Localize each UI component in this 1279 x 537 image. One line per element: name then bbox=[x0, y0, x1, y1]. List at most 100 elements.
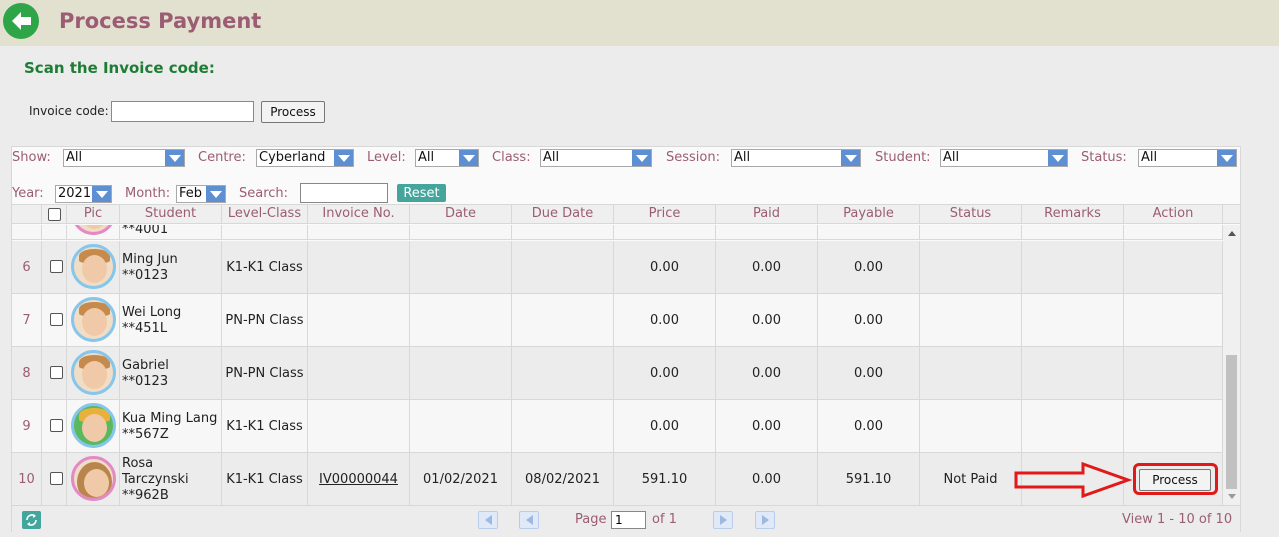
status-filter-select[interactable]: All bbox=[1138, 149, 1237, 167]
header-level-class[interactable]: Level-Class bbox=[222, 205, 308, 224]
scroll-down-icon[interactable] bbox=[1228, 494, 1236, 499]
table-row[interactable]: **4001 bbox=[12, 225, 1223, 240]
payable: 0.00 bbox=[818, 294, 920, 347]
level-class: K1-K1 Class bbox=[222, 241, 308, 294]
date bbox=[410, 400, 512, 453]
row-number: 7 bbox=[12, 294, 42, 347]
chevron-down-icon bbox=[206, 186, 225, 202]
table-row[interactable]: 6 Ming Jun **0123 K1-K1 Class 0.00 0.00 … bbox=[12, 241, 1223, 294]
level-filter-value: All bbox=[418, 150, 435, 165]
student-filter-select[interactable]: All bbox=[940, 149, 1068, 167]
back-button[interactable] bbox=[3, 3, 39, 39]
header-invoice-no[interactable]: Invoice No. bbox=[308, 205, 410, 224]
price: 0.00 bbox=[614, 294, 716, 347]
show-filter-label: Show: bbox=[12, 150, 51, 165]
scroll-up-icon[interactable] bbox=[1228, 231, 1236, 236]
due-date bbox=[512, 347, 614, 400]
invoice-code-input[interactable] bbox=[111, 101, 254, 122]
row-process-button[interactable]: Process bbox=[1139, 469, 1211, 491]
paid: 0.00 bbox=[716, 241, 818, 294]
student-filter-value: All bbox=[943, 150, 960, 165]
chevron-down-icon bbox=[632, 150, 651, 166]
prev-page-button[interactable] bbox=[519, 511, 539, 529]
month-filter-select[interactable]: Feb bbox=[176, 185, 226, 203]
level-class: PN-PN Class bbox=[222, 294, 308, 347]
chevron-down-icon bbox=[841, 150, 860, 166]
month-filter-label: Month: bbox=[125, 186, 171, 201]
next-page-button[interactable] bbox=[713, 511, 733, 529]
session-filter-select[interactable]: All bbox=[731, 149, 861, 167]
table-row[interactable]: 8 Gabriel **0123 PN-PN Class 0.00 0.00 0… bbox=[12, 347, 1223, 400]
level-filter-select[interactable]: All bbox=[415, 149, 479, 167]
table-scrollbar[interactable] bbox=[1223, 225, 1240, 505]
scroll-thumb[interactable] bbox=[1226, 355, 1237, 489]
header-row-number bbox=[12, 205, 42, 224]
search-label: Search: bbox=[239, 186, 289, 201]
action-cell: Process bbox=[1124, 453, 1223, 505]
status bbox=[920, 241, 1022, 294]
header-due-date[interactable]: Due Date bbox=[512, 205, 614, 224]
student-name: Gabriel bbox=[122, 358, 169, 373]
header-paid[interactable]: Paid bbox=[716, 205, 818, 224]
student-avatar bbox=[71, 297, 116, 342]
row-checkbox[interactable] bbox=[50, 472, 63, 485]
table-row[interactable]: 7 Wei Long **451L PN-PN Class 0.00 0.00 … bbox=[12, 294, 1223, 347]
session-filter-value: All bbox=[734, 150, 751, 165]
header-price[interactable]: Price bbox=[614, 205, 716, 224]
page-number-input[interactable] bbox=[611, 511, 646, 529]
status: Not Paid bbox=[920, 453, 1022, 505]
paid: 0.00 bbox=[716, 347, 818, 400]
invoice-link[interactable]: IV00000044 bbox=[319, 472, 398, 487]
row-checkbox[interactable] bbox=[50, 366, 63, 379]
remarks bbox=[1022, 347, 1124, 400]
row-checkbox[interactable] bbox=[50, 313, 63, 326]
chevron-down-icon bbox=[1217, 150, 1236, 166]
student-name: Ming Jun bbox=[122, 252, 178, 267]
header-date[interactable]: Date bbox=[410, 205, 512, 224]
header-status[interactable]: Status bbox=[920, 205, 1022, 224]
page-header: Process Payment bbox=[0, 0, 1279, 46]
student-id: **567Z bbox=[122, 427, 169, 442]
select-all-checkbox[interactable] bbox=[48, 208, 61, 221]
first-page-button[interactable] bbox=[478, 511, 498, 529]
reset-button[interactable]: Reset bbox=[397, 184, 446, 202]
invoice-no bbox=[308, 294, 410, 347]
row-checkbox[interactable] bbox=[50, 260, 63, 273]
invoice-process-button[interactable]: Process bbox=[261, 101, 325, 123]
centre-filter-select[interactable]: Cyberland bbox=[256, 149, 354, 167]
header-payable[interactable]: Payable bbox=[818, 205, 920, 224]
remarks bbox=[1022, 241, 1124, 294]
student-avatar bbox=[71, 350, 116, 395]
header-pic[interactable]: Pic bbox=[67, 205, 120, 224]
header-action[interactable]: Action bbox=[1124, 205, 1223, 224]
refresh-icon bbox=[26, 514, 37, 526]
show-filter-select[interactable]: All bbox=[63, 149, 185, 167]
status-filter-value: All bbox=[1141, 150, 1158, 165]
centre-filter-value: Cyberland bbox=[259, 150, 326, 165]
status bbox=[920, 347, 1022, 400]
year-filter-select[interactable]: 2021 bbox=[55, 185, 112, 203]
payable: 0.00 bbox=[818, 400, 920, 453]
invoice-code-label: Invoice code: bbox=[29, 104, 109, 118]
header-student[interactable]: Student bbox=[120, 205, 222, 224]
row-checkbox[interactable] bbox=[50, 419, 63, 432]
price: 0.00 bbox=[614, 241, 716, 294]
refresh-button[interactable] bbox=[22, 511, 41, 529]
page-title: Process Payment bbox=[59, 9, 262, 33]
table-row[interactable]: 9 Kua Ming Lang **567Z K1-K1 Class 0.00 … bbox=[12, 400, 1223, 453]
level-class: K1-K1 Class bbox=[222, 453, 308, 505]
student-id: **4001 bbox=[122, 225, 169, 237]
student-id: **0123 bbox=[122, 268, 169, 283]
last-page-button[interactable] bbox=[755, 511, 775, 529]
view-range-text: View 1 - 10 of 10 bbox=[1122, 512, 1233, 527]
student-name: Rosa bbox=[122, 456, 154, 471]
arrow-left-icon bbox=[12, 12, 31, 30]
year-filter-label: Year: bbox=[12, 186, 44, 201]
level-class: K1-K1 Class bbox=[222, 400, 308, 453]
search-input[interactable] bbox=[300, 183, 388, 203]
action-cell bbox=[1124, 294, 1223, 347]
student-avatar bbox=[71, 456, 116, 501]
header-remarks[interactable]: Remarks bbox=[1022, 205, 1124, 224]
class-filter-select[interactable]: All bbox=[540, 149, 652, 167]
paid: 0.00 bbox=[716, 294, 818, 347]
